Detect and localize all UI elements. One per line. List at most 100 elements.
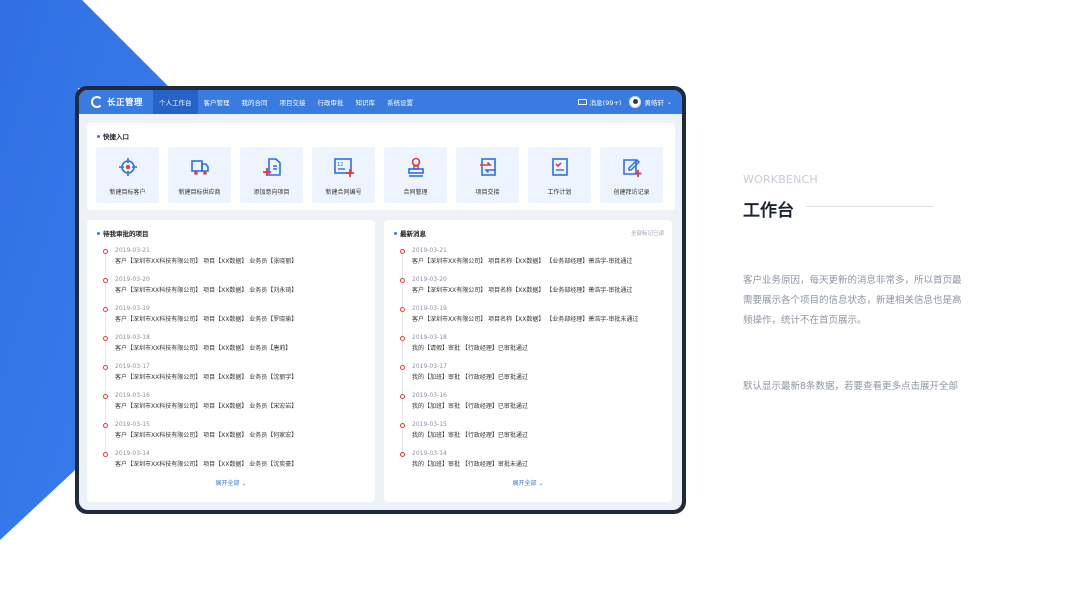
entry-date: 2019-03-16 — [115, 392, 150, 399]
list-item[interactable]: 2019-03-17 客户【深圳市XX科技有限公司】 项目【XX数据】 业务员【沈… — [103, 363, 368, 398]
quick-entry-title-text: 快捷入口 — [103, 133, 129, 141]
entry-text: 客户【深圳市XX有限公司】 项目名称【XX数据】 【业务部经理】萧浩宇-审批通过 — [412, 287, 633, 294]
nav-item-approval[interactable]: 行政审批 — [312, 90, 350, 114]
list-item[interactable]: 2019-03-19 客户【深圳市XX科技有限公司】 项目【XX数据】 业务员【罗… — [103, 305, 368, 340]
pending-title-text: 待我审批的项目 — [103, 230, 149, 238]
quick-tile-contract-number[interactable]: 12 新建合同编号 — [312, 147, 375, 203]
quick-tile-new-supplier[interactable]: 新建目标供应商 — [168, 147, 231, 203]
expand-all-label: 展开全部 — [512, 480, 537, 487]
timeline-dot — [400, 394, 405, 399]
expand-all-button[interactable]: 展开全部 ⌄ — [384, 478, 672, 487]
expand-all-label: 展开全部 — [215, 480, 240, 487]
list-item[interactable]: 2019-03-16 客户【深圳市XX科技有限公司】 项目【XX数据】 业务员【宋… — [103, 392, 368, 427]
nav-item-contracts[interactable]: 我的合同 — [236, 90, 274, 114]
list-item[interactable]: 2019-03-19 客户【深圳市XX有限公司】 项目名称【XX数据】 【业务部经… — [400, 305, 665, 340]
tile-label: 工作计划 — [547, 189, 572, 196]
expand-all-button[interactable]: 展开全部 ⌄ — [87, 478, 375, 487]
entry-text: 客户【深圳市XX科技有限公司】 项目【XX数据】 业务员【何家宏】 — [115, 432, 298, 439]
title-divider — [806, 206, 933, 207]
list-item[interactable]: 2019-03-21 客户【深圳市XX科技有限公司】 项目【XX数据】 业务员【张… — [103, 247, 368, 282]
timeline-dot — [400, 278, 405, 283]
truck-icon — [190, 160, 209, 175]
entry-text: 客户【深圳市XX科技有限公司】 项目【XX数据】 业务员【刘永琦】 — [115, 287, 298, 294]
nav-item-customers[interactable]: 客户管理 — [198, 90, 236, 114]
quick-tile-work-plan[interactable]: 工作计划 — [528, 147, 591, 203]
entry-text: 我的【请假】审批 【行政经理】已审批通过 — [412, 345, 528, 352]
quick-tile-contract-manage[interactable]: 合同管理 — [384, 147, 447, 203]
timeline-dot — [400, 307, 405, 312]
entry-text: 客户【深圳市XX科技有限公司】 项目【XX数据】 业务员【唐莉】 — [115, 345, 292, 352]
entry-text: 我的【加班】审批 【行政经理】已审批通过 — [412, 403, 528, 410]
timeline-dot — [103, 452, 108, 457]
tile-label: 新建目标客户 — [109, 189, 146, 196]
quick-entry-panel: 快捷入口 新建目标客户 新建目标供应商 添加意向项目 12 新建合同编号 合同管… — [87, 123, 675, 210]
entry-text: 我的【加班】审批 【行政经理】已审批通过 — [412, 432, 528, 439]
tile-label: 合同管理 — [403, 189, 428, 196]
entry-text: 客户【深圳市XX科技有限公司】 项目【XX数据】 业务员【罗晓瑜】 — [115, 316, 298, 323]
chevron-down-icon: ⌄ — [538, 480, 544, 487]
entry-date: 2019-03-17 — [412, 363, 447, 370]
quick-tile-add-project[interactable]: 添加意向项目 — [240, 147, 303, 203]
logo-text: 长正管理 — [107, 98, 144, 108]
tile-label: 项目交接 — [475, 189, 500, 196]
tile-label: 创建拜访记录 — [613, 189, 650, 196]
list-item[interactable]: 2019-03-15 我的【加班】审批 【行政经理】已审批通过 — [400, 421, 665, 456]
nav-menu: 个人工作台 客户管理 我的合同 项目交接 行政审批 知识库 系统设置 — [153, 90, 419, 114]
list-item[interactable]: 2019-03-18 我的【请假】审批 【行政经理】已审批通过 — [400, 334, 665, 369]
user-name: 黄皓轩 — [644, 99, 664, 107]
entry-date: 2019-03-19 — [412, 305, 447, 312]
timeline-dot — [400, 249, 405, 254]
visit-record-icon — [622, 158, 641, 177]
pending-list: 2019-03-21 客户【深圳市XX科技有限公司】 项目【XX数据】 业务员【张… — [103, 247, 368, 479]
nav-item-handover[interactable]: 项目交接 — [274, 90, 312, 114]
add-project-icon — [262, 158, 281, 176]
app-screen: 长正管理 个人工作台 客户管理 我的合同 项目交接 行政审批 知识库 系统设置 … — [79, 90, 682, 510]
quick-tile-visit-record[interactable]: 创建拜访记录 — [600, 147, 663, 203]
timeline-dot — [103, 394, 108, 399]
timeline-dot — [103, 307, 108, 312]
list-item[interactable]: 2019-03-16 我的【加班】审批 【行政经理】已审批通过 — [400, 392, 665, 427]
pending-approval-panel: 待我审批的项目 2019-03-21 客户【深圳市XX科技有限公司】 项目【XX数… — [87, 220, 375, 502]
quick-entry-tiles: 新建目标客户 新建目标供应商 添加意向项目 12 新建合同编号 合同管理 项目交… — [96, 147, 663, 203]
news-list: 2019-03-21 客户【深圳市XX有限公司】 项目名称【XX数据】 【业务部经… — [400, 247, 665, 479]
svg-text:12: 12 — [337, 162, 343, 168]
tile-label: 添加意向项目 — [253, 189, 290, 196]
latest-news-panel: 最新消息 全部标记已读 2019-03-21 客户【深圳市XX有限公司】 项目名称… — [384, 220, 672, 502]
entry-text: 客户【深圳市XX科技有限公司】 项目【XX数据】 业务员【张晓丽】 — [115, 258, 298, 265]
timeline-dot — [400, 452, 405, 457]
app-logo[interactable]: 长正管理 — [79, 90, 153, 114]
contract-number-icon: 12 — [333, 158, 354, 177]
list-item[interactable]: 2019-03-17 我的【加班】审批 【行政经理】已审批通过 — [400, 363, 665, 398]
nav-item-workbench[interactable]: 个人工作台 — [153, 90, 198, 114]
list-item[interactable]: 2019-03-14 客户【深圳市XX科技有限公司】 项目【XX数据】 业务员【沈… — [103, 450, 368, 479]
entry-date: 2019-03-18 — [115, 334, 150, 341]
list-item[interactable]: 2019-03-15 客户【深圳市XX科技有限公司】 项目【XX数据】 业务员【何… — [103, 421, 368, 456]
entry-text: 客户【深圳市XX有限公司】 项目名称【XX数据】 【业务部经理】萧浩宇-审批未通… — [412, 316, 639, 323]
nav-item-settings[interactable]: 系统设置 — [381, 90, 419, 114]
user-menu[interactable]: 黄皓轩 ⌄ — [629, 96, 672, 108]
entry-date: 2019-03-20 — [412, 276, 447, 283]
entry-date: 2019-03-20 — [115, 276, 150, 283]
quick-tile-handover[interactable]: 项目交接 — [456, 147, 519, 203]
tile-label: 新建合同编号 — [325, 189, 362, 196]
list-item[interactable]: 2019-03-14 我的【加班】审批 【行政经理】审批未通过 — [400, 450, 665, 479]
list-item[interactable]: 2019-03-18 客户【深圳市XX科技有限公司】 项目【XX数据】 业务员【唐… — [103, 334, 368, 369]
quick-tile-new-customer[interactable]: 新建目标客户 — [96, 147, 159, 203]
entry-date: 2019-03-14 — [115, 450, 150, 457]
messages-label: 消息(99+) — [589, 99, 622, 107]
entry-date: 2019-03-16 — [412, 392, 447, 399]
list-item[interactable]: 2019-03-20 客户【深圳市XX科技有限公司】 项目【XX数据】 业务员【刘… — [103, 276, 368, 311]
stamp-icon — [407, 157, 424, 177]
nav-right: 消息(99+) 黄皓轩 ⌄ — [577, 96, 682, 108]
list-item[interactable]: 2019-03-21 客户【深圳市XX有限公司】 项目名称【XX数据】 【业务部经… — [400, 247, 665, 282]
section-title: 工作台 — [743, 201, 794, 221]
mark-all-read-link[interactable]: 全部标记已读 — [631, 229, 664, 237]
nav-item-knowledge[interactable]: 知识库 — [350, 90, 382, 114]
timeline-dot — [103, 423, 108, 428]
entry-text: 我的【加班】审批 【行政经理】审批未通过 — [412, 461, 528, 468]
timeline-dot — [400, 365, 405, 370]
messages-button[interactable]: 消息(99+) — [577, 97, 622, 107]
list-item[interactable]: 2019-03-20 客户【深圳市XX有限公司】 项目名称【XX数据】 【业务部经… — [400, 276, 665, 311]
work-plan-icon — [551, 158, 568, 176]
entry-text: 客户【深圳市XX科技有限公司】 项目【XX数据】 业务员【沈丽宇】 — [115, 374, 298, 381]
